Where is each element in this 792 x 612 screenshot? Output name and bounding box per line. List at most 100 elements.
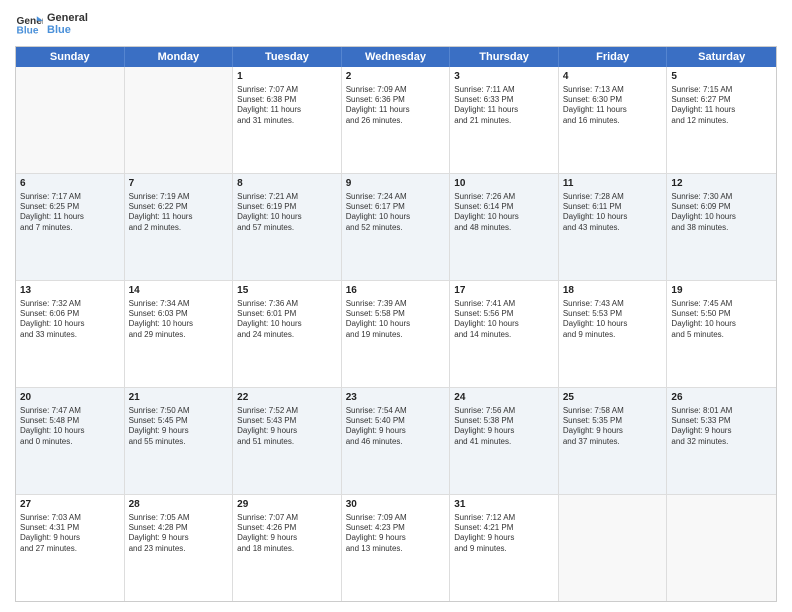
cell-text: Sunrise: 7:39 AM [346,299,446,309]
cell-text: Daylight: 11 hours [346,105,446,115]
cell-text: and 52 minutes. [346,223,446,233]
cell-text: Daylight: 11 hours [671,105,772,115]
day-number: 31 [454,498,554,512]
calendar-cell: 24Sunrise: 7:56 AMSunset: 5:38 PMDayligh… [450,388,559,494]
cell-text: and 21 minutes. [454,116,554,126]
cell-text: Sunrise: 7:43 AM [563,299,663,309]
day-number: 6 [20,177,120,191]
svg-text:Blue: Blue [17,25,39,36]
cell-text: Sunset: 5:38 PM [454,416,554,426]
cell-text: and 41 minutes. [454,437,554,447]
cell-text: Sunrise: 7:45 AM [671,299,772,309]
cell-text: Daylight: 9 hours [129,426,229,436]
cell-text: Daylight: 9 hours [454,533,554,543]
day-number: 13 [20,284,120,298]
cell-text: and 33 minutes. [20,330,120,340]
calendar-cell: 5Sunrise: 7:15 AMSunset: 6:27 PMDaylight… [667,67,776,173]
calendar-cell: 20Sunrise: 7:47 AMSunset: 5:48 PMDayligh… [16,388,125,494]
calendar-cell: 31Sunrise: 7:12 AMSunset: 4:21 PMDayligh… [450,495,559,601]
cell-text: Sunset: 6:33 PM [454,95,554,105]
weekday-header: Monday [125,47,234,67]
cell-text: Sunset: 5:56 PM [454,309,554,319]
weekday-header: Tuesday [233,47,342,67]
cell-text: Sunrise: 7:56 AM [454,406,554,416]
day-number: 14 [129,284,229,298]
day-number: 24 [454,391,554,405]
calendar-cell: 19Sunrise: 7:45 AMSunset: 5:50 PMDayligh… [667,281,776,387]
cell-text: Daylight: 9 hours [237,426,337,436]
calendar-row: 6Sunrise: 7:17 AMSunset: 6:25 PMDaylight… [16,174,776,281]
weekday-header: Saturday [667,47,776,67]
cell-text: Daylight: 11 hours [237,105,337,115]
cell-text: and 2 minutes. [129,223,229,233]
calendar-cell: 26Sunrise: 8:01 AMSunset: 5:33 PMDayligh… [667,388,776,494]
calendar-cell: 17Sunrise: 7:41 AMSunset: 5:56 PMDayligh… [450,281,559,387]
cell-text: Daylight: 10 hours [563,212,663,222]
cell-text: Sunset: 4:28 PM [129,523,229,533]
weekday-header: Thursday [450,47,559,67]
day-number: 12 [671,177,772,191]
calendar-cell: 23Sunrise: 7:54 AMSunset: 5:40 PMDayligh… [342,388,451,494]
cell-text: Daylight: 10 hours [20,426,120,436]
day-number: 11 [563,177,663,191]
cell-text: Sunrise: 7:05 AM [129,513,229,523]
calendar-cell: 10Sunrise: 7:26 AMSunset: 6:14 PMDayligh… [450,174,559,280]
cell-text: Daylight: 10 hours [20,319,120,329]
calendar-cell: 21Sunrise: 7:50 AMSunset: 5:45 PMDayligh… [125,388,234,494]
cell-text: Daylight: 10 hours [563,319,663,329]
cell-text: Sunset: 6:17 PM [346,202,446,212]
cell-text: Sunset: 4:21 PM [454,523,554,533]
calendar-body: 1Sunrise: 7:07 AMSunset: 6:38 PMDaylight… [16,67,776,601]
cell-text: Sunrise: 7:13 AM [563,85,663,95]
cell-text: Daylight: 11 hours [563,105,663,115]
cell-text: Sunrise: 8:01 AM [671,406,772,416]
cell-text: Sunset: 6:01 PM [237,309,337,319]
calendar-cell: 28Sunrise: 7:05 AMSunset: 4:28 PMDayligh… [125,495,234,601]
calendar-cell: 3Sunrise: 7:11 AMSunset: 6:33 PMDaylight… [450,67,559,173]
calendar-cell: 14Sunrise: 7:34 AMSunset: 6:03 PMDayligh… [125,281,234,387]
cell-text: Daylight: 10 hours [454,212,554,222]
calendar-cell: 2Sunrise: 7:09 AMSunset: 6:36 PMDaylight… [342,67,451,173]
cell-text: and 9 minutes. [454,544,554,554]
cell-text: Sunrise: 7:50 AM [129,406,229,416]
cell-text: Sunrise: 7:28 AM [563,192,663,202]
cell-text: Sunset: 5:50 PM [671,309,772,319]
cell-text: and 26 minutes. [346,116,446,126]
day-number: 3 [454,70,554,84]
cell-text: Sunrise: 7:09 AM [346,513,446,523]
cell-text: Sunrise: 7:30 AM [671,192,772,202]
day-number: 18 [563,284,663,298]
cell-text: Sunrise: 7:26 AM [454,192,554,202]
cell-text: Daylight: 9 hours [454,426,554,436]
cell-text: and 19 minutes. [346,330,446,340]
calendar-cell [667,495,776,601]
day-number: 22 [237,391,337,405]
cell-text: Daylight: 9 hours [346,426,446,436]
cell-text: Sunrise: 7:03 AM [20,513,120,523]
cell-text: and 13 minutes. [346,544,446,554]
calendar: SundayMondayTuesdayWednesdayThursdayFrid… [15,46,777,602]
cell-text: and 24 minutes. [237,330,337,340]
cell-text: Sunset: 6:38 PM [237,95,337,105]
cell-text: Sunset: 6:09 PM [671,202,772,212]
cell-text: Sunset: 5:53 PM [563,309,663,319]
cell-text: and 12 minutes. [671,116,772,126]
cell-text: Daylight: 9 hours [563,426,663,436]
cell-text: and 18 minutes. [237,544,337,554]
cell-text: Daylight: 9 hours [237,533,337,543]
cell-text: Sunrise: 7:32 AM [20,299,120,309]
cell-text: and 32 minutes. [671,437,772,447]
logo-icon: General Blue [15,10,43,38]
calendar-cell: 7Sunrise: 7:19 AMSunset: 6:22 PMDaylight… [125,174,234,280]
calendar-row: 1Sunrise: 7:07 AMSunset: 6:38 PMDaylight… [16,67,776,174]
cell-text: Daylight: 10 hours [346,212,446,222]
cell-text: Daylight: 10 hours [129,319,229,329]
cell-text: and 14 minutes. [454,330,554,340]
cell-text: Sunrise: 7:21 AM [237,192,337,202]
day-number: 15 [237,284,337,298]
cell-text: Sunset: 5:58 PM [346,309,446,319]
cell-text: and 5 minutes. [671,330,772,340]
cell-text: Daylight: 10 hours [671,212,772,222]
cell-text: Sunset: 4:26 PM [237,523,337,533]
cell-text: Sunrise: 7:15 AM [671,85,772,95]
